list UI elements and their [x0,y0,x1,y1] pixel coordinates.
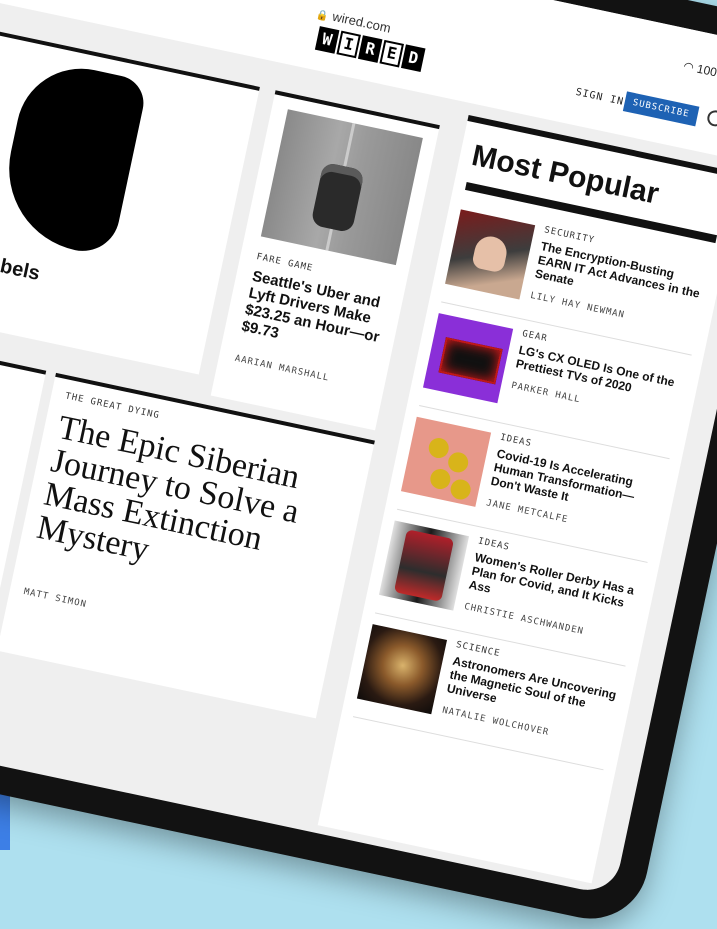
popular-thumbnail[interactable] [423,313,514,404]
sign-in-link[interactable]: SIGN IN [575,87,625,108]
popular-byline[interactable]: JANE METCALFE [485,498,569,525]
popular-thumbnail[interactable] [378,520,470,611]
logo-letter: R [357,35,383,63]
article-headline[interactable]: The Epic Siberian Journey to Solve a Mas… [34,409,356,606]
article-headline: of the Labels [0,238,42,285]
most-popular-title: Most Popular [468,138,662,211]
popular-byline[interactable]: PARKER HALL [510,381,581,405]
car-shape [310,161,365,234]
logo-letter: I [336,30,361,59]
logo-letter: E [379,39,404,68]
lock-icon: 🔒 [315,9,330,23]
tablet-screen: 🔒 wired.com ◠ 100% W I R E D SIGN IN SUBS… [0,0,717,897]
popular-thumbnail[interactable] [400,416,492,507]
article-headline[interactable]: Seattle's Uber and Lyft Drivers Make $23… [240,268,391,364]
logo-letter: D [400,44,426,73]
logo-letter: W [314,26,340,54]
article-card-siberian[interactable]: THE GREAT DYING The Epic Siberian Journe… [0,372,375,719]
status-bar: ◠ 100% [682,59,717,88]
article-card-labels[interactable]: of the Labels [0,24,260,375]
subscribe-button[interactable]: SUBSCRIBE [622,91,700,127]
article-image [260,109,423,266]
article-image [0,56,149,258]
wifi-icon: ◠ [682,58,696,75]
battery-percent: 100% [695,61,717,82]
popular-thumbnail[interactable] [356,624,448,715]
tablet-device: 🔒 wired.com ◠ 100% W I R E D SIGN IN SUBS… [0,0,717,929]
popular-thumbnail[interactable] [445,209,536,300]
article-byline[interactable]: AARIAN MARSHALL [234,354,330,384]
article-byline[interactable]: MATT SIMON [23,587,88,610]
wired-logo[interactable]: W I R E D [314,26,426,74]
search-icon[interactable] [705,108,717,128]
